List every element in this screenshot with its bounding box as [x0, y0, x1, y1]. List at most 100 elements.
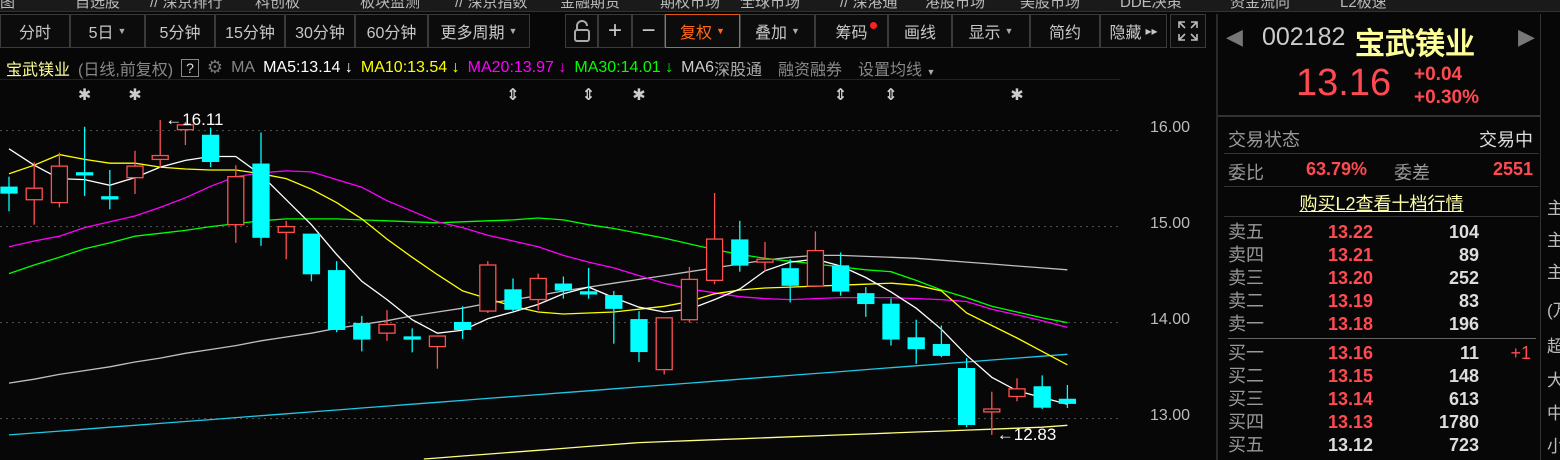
overlay-dropdown[interactable]: 叠加 ▼ [740, 14, 815, 48]
prev-stock-icon[interactable]: ◀ [1226, 24, 1243, 50]
period-5min-button[interactable]: 5分钟 [145, 14, 215, 48]
period-intraday-button[interactable]: 分时 [0, 14, 70, 48]
more-periods-dropdown[interactable]: 更多周期 ▼ [428, 14, 530, 48]
candle-body [630, 319, 648, 353]
help-button[interactable]: ? [181, 58, 199, 77]
ma20-value: MA20:13.97 ↓ [468, 59, 567, 77]
event-marker-icon: ⇕ [506, 87, 519, 104]
level-label: 买五 [1228, 435, 1264, 455]
top-tab[interactable]: 板块监测 [360, 0, 420, 11]
chip-button[interactable]: 筹码 [815, 14, 888, 48]
top-tab[interactable]: // 深港通 [840, 0, 898, 11]
simple-button[interactable]: 简约 [1030, 14, 1100, 48]
fund-flow-label: 主 [1547, 263, 1560, 282]
fullscreen-icon [1178, 21, 1198, 41]
top-tab[interactable]: // 深京指数 [455, 0, 528, 11]
buy-l2-link[interactable]: 购买L2查看十档行情 [1299, 190, 1463, 216]
volume-change: +1 [1510, 343, 1531, 363]
fund-flow-panel-partial: 主主主(万超大中小 [1540, 14, 1560, 460]
label: 委比 [1228, 163, 1264, 183]
candle-body [655, 317, 673, 371]
next-stock-icon[interactable]: ▶ [1518, 24, 1535, 50]
candle-body [227, 176, 245, 226]
zoom-out-button[interactable]: − [632, 14, 665, 48]
hide-button[interactable]: 隐藏 ▸▸ [1100, 14, 1167, 48]
candle-body [201, 134, 220, 162]
event-marker-icon: ✱ [632, 87, 645, 104]
label: MA20:13.97 [467, 58, 554, 76]
level-volume: 83 [1458, 291, 1479, 311]
unlock-button[interactable] [565, 14, 598, 48]
candle-body [579, 291, 598, 295]
top-tab[interactable]: L2极速 [1340, 0, 1387, 11]
arrow-down-icon: ↓ [344, 58, 353, 76]
level-price: 13.22 [1328, 222, 1374, 242]
set-ma-dropdown[interactable]: 设置均线 ▼ [858, 56, 935, 80]
candle-body [327, 270, 346, 330]
l2-row: 购买L2查看十档行情 [1224, 187, 1539, 217]
fund-flow-label: (万 [1547, 301, 1560, 320]
event-marker-icon: ✱ [1010, 87, 1023, 104]
ma5-value: MA5:13.14 ↓ [263, 59, 353, 77]
low-price-label: ←12.83 [997, 425, 1057, 444]
sell-level-row: 卖四 13.21 89 [1224, 244, 1539, 266]
label: 简约 [1048, 25, 1081, 42]
label: 委差 [1394, 163, 1430, 183]
arrow-down-icon: ↓ [558, 58, 567, 76]
buy-level-row: 买一 13.16 11 +1 [1224, 342, 1539, 364]
level-volume: 1780 [1438, 412, 1479, 432]
candle-body [529, 277, 547, 301]
top-tab[interactable]: 金融期货 [560, 0, 620, 11]
caret-down-icon: ▼ [508, 26, 518, 36]
sell-level-row: 卖三 13.20 252 [1224, 267, 1539, 289]
zoom-in-button[interactable]: + [598, 14, 632, 48]
margin-trading-link[interactable]: 融资融券 [778, 56, 842, 80]
gear-icon[interactable]: ⚙ [207, 57, 223, 78]
event-marker-icon: ⇕ [834, 87, 847, 104]
candle-body [831, 265, 850, 292]
candle-body [957, 368, 976, 426]
period-15min-button[interactable]: 15分钟 [215, 14, 285, 48]
level-price: 13.18 [1328, 314, 1374, 334]
display-dropdown[interactable]: 显示 ▼ [952, 14, 1030, 48]
last-price: 13.16 [1296, 62, 1392, 104]
label: 5日 [88, 25, 114, 42]
top-tab[interactable]: 科创板 [255, 0, 300, 11]
top-tab[interactable]: 资金流向 [1230, 0, 1290, 11]
label: 分时 [18, 25, 51, 42]
label: 交易状态 [1228, 130, 1300, 150]
top-tab[interactable]: 图 [0, 0, 15, 11]
label: MA30:14.01 [574, 58, 661, 76]
chart-toolbar: 分时 5日 ▼ 5分钟 15分钟 30分钟 60分钟 更多周期 ▼ + − 复权 ▼ … [0, 14, 1215, 49]
fullscreen-button[interactable] [1170, 14, 1206, 48]
adjust-dropdown[interactable]: 复权 ▼ [665, 14, 740, 48]
top-tab[interactable]: 全球市场 [740, 0, 800, 11]
candle-body [705, 238, 724, 282]
period-5day-dropdown[interactable]: 5日 ▼ [70, 14, 145, 48]
top-tab[interactable]: 期权市场 [660, 0, 720, 11]
candle-body [882, 303, 900, 340]
top-tab-strip: 图 自选股 // 深京排行 科创板 板块监测 // 深京指数 金融期货 期权市场 全球市场 // … [0, 0, 1560, 12]
candlestick-chart[interactable]: ✱ ✱ ⇕ ⇕ ✱ ⇕ ⇕ ✱ ←16.11 ←12.83 [0, 84, 1120, 460]
candle-body [453, 321, 472, 330]
top-tab[interactable]: 自选股 [75, 0, 120, 11]
order-ratio: 63.79% [1306, 159, 1368, 179]
caret-down-icon: ▼ [716, 26, 725, 36]
top-tab[interactable]: 美股市场 [1020, 0, 1080, 11]
period-30min-button[interactable]: 30分钟 [285, 14, 355, 48]
candle-body [554, 283, 573, 291]
level-price: 13.12 [1328, 435, 1374, 455]
top-tab[interactable]: // 深京排行 [150, 0, 223, 11]
chart-mode: (日线,前复权) [78, 61, 174, 79]
ma30-value: MA30:14.01 ↓ [574, 59, 673, 77]
draw-line-button[interactable]: 画线 [888, 14, 952, 48]
top-tab[interactable]: DDE决策 [1120, 0, 1182, 11]
candle-body [353, 322, 371, 340]
candle-body [403, 336, 421, 340]
fund-flow-label: 小 [1547, 437, 1560, 456]
caret-down-icon: ▼ [926, 66, 936, 77]
shenzhen-connect-link[interactable]: 深股通 [714, 56, 762, 80]
level-label: 卖四 [1228, 245, 1264, 265]
top-tab[interactable]: 港股市场 [925, 0, 985, 11]
period-60min-button[interactable]: 60分钟 [355, 14, 428, 48]
